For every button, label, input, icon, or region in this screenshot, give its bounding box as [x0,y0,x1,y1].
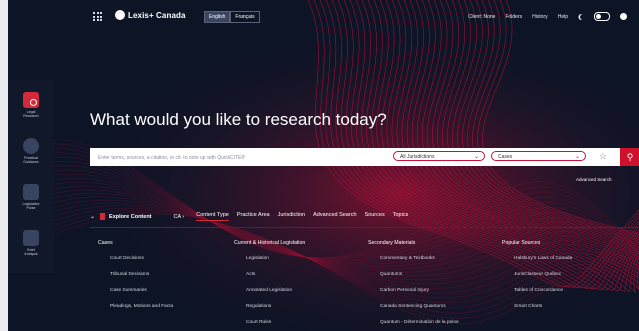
column-heading[interactable]: Popular Sources [502,240,572,246]
chevron-down-icon[interactable]: ⌄ [90,213,95,220]
app-window: Lexis+ Canada English Français Client: N… [8,0,639,331]
list-item[interactable]: Annotated Legislation [234,288,305,304]
chevron-down-icon: ⌄ [473,154,479,160]
explore-tabs: Content Type Practice Area Jurisdiction … [196,212,408,221]
language-french[interactable]: Français [230,11,260,23]
list-item[interactable]: Tables of Concordance [502,288,572,304]
help-link[interactable]: Help [558,14,568,20]
list-item[interactable]: Canada Sentencing Quantums [368,304,459,320]
tab-sources[interactable]: Sources [365,212,385,221]
list-item[interactable]: Case Summaries [98,288,173,304]
list-item[interactable]: Smart Charts [502,304,572,320]
dark-mode-icon [580,14,586,20]
lexis-logo-icon [115,10,125,20]
list-item[interactable]: Carbon Personal Injury [368,288,459,304]
tab-content-type[interactable]: Content Type [196,212,229,221]
rail-label: Legislative Pulse [22,202,40,211]
top-nav: Client: None Folders History Help [468,12,627,21]
list-item[interactable]: Court Decisions [98,256,173,272]
rail-item-legislative-pulse[interactable]: Legislative Pulse [8,184,54,210]
chevron-down-icon: ⌄ [574,154,580,160]
legislative-pulse-icon [23,184,39,200]
column-heading[interactable]: Current & Historical Legislation [234,240,305,246]
user-avatar[interactable] [620,13,627,20]
column-heading[interactable]: Secondary Materials [368,240,459,246]
rail-item-brief-analysis[interactable]: Brief Analysis [8,230,54,256]
apps-grid-icon[interactable] [93,12,102,21]
brief-analysis-icon [23,230,39,246]
practical-guidance-icon [23,138,39,154]
brand-name: Lexis+ Canada [128,10,186,20]
list-item[interactable]: Commentary & Textbooks [368,256,459,272]
top-bar: Lexis+ Canada English Français Client: N… [8,0,639,34]
list-item[interactable]: JurisClasseur Québec [502,272,572,288]
list-item[interactable]: Quantum - Détermination de la peine [368,320,459,331]
tab-advanced-search[interactable]: Advanced Search [313,212,356,221]
content-type-select[interactable]: Cases ⌄ [491,151,586,161]
page-heading: What would you like to research today? [90,110,387,129]
dark-mode-toggle[interactable] [594,12,610,21]
column-legislation: Current & Historical Legislation Legisla… [234,240,305,331]
language-switch: English Français [204,11,260,23]
rail-item-practical-guidance[interactable]: Practical Guidance [8,138,54,164]
explore-flag-icon [100,213,106,220]
region-label: CA [173,213,181,220]
list-item[interactable]: Court Rules [234,320,305,331]
search-button[interactable]: ⚲ [620,148,639,166]
product-rail: Legal Research Practical Guidance Legisl… [8,80,54,273]
rail-label: Legal Research [23,110,39,119]
column-secondary-materials: Secondary Materials Commentary & Textboo… [368,240,459,331]
jurisdiction-select[interactable]: All Jurisdictions ⌄ [393,151,485,161]
rail-label: Brief Analysis [24,248,38,257]
rail-label: Practical Guidance [23,156,39,165]
region-selector[interactable]: CA › [174,214,185,220]
history-link[interactable]: History [532,14,548,20]
legal-research-icon [23,92,39,108]
list-item[interactable]: Tribunal Decisions [98,272,173,288]
column-cases: Cases Court Decisions Tribunal Decisions… [98,240,173,320]
explore-content-title[interactable]: Explore Content [109,214,151,220]
language-english[interactable]: English [204,11,231,23]
advanced-search-link[interactable]: Advanced Search [576,177,612,182]
list-item[interactable]: Acts [234,272,305,288]
list-item[interactable]: Legislation [234,256,305,272]
list-item[interactable]: Halsbury's Laws of Canada [502,256,572,272]
list-item[interactable]: Pleadings, Motions and Facta [98,304,173,320]
tab-practice-area[interactable]: Practice Area [237,212,270,221]
folders-link[interactable]: Folders [505,14,522,20]
explore-content-bar: ⌄ Explore Content CA › Content Type Prac… [90,212,408,221]
tab-topics[interactable]: Topics [393,212,409,221]
tab-jurisdiction[interactable]: Jurisdiction [278,212,306,221]
content-type-select-value: Cases [498,154,513,160]
search-input[interactable] [96,151,390,165]
favorite-star-icon[interactable]: ☆ [599,151,607,162]
rail-item-legal-research[interactable]: Legal Research [8,92,54,118]
column-popular-sources: Popular Sources Halsbury's Laws of Canad… [502,240,572,320]
brand-logo[interactable]: Lexis+ Canada [115,10,186,20]
list-item[interactable]: Regulations [234,304,305,320]
client-selector[interactable]: Client: None [468,14,496,20]
divider [90,227,639,228]
list-item[interactable]: Quantums [368,272,459,288]
search-bar: All Jurisdictions ⌄ Cases ⌄ ☆ ⚲ [90,148,639,166]
search-icon: ⚲ [626,152,634,162]
jurisdiction-select-value: All Jurisdictions [400,154,435,160]
column-heading[interactable]: Cases [98,240,173,246]
